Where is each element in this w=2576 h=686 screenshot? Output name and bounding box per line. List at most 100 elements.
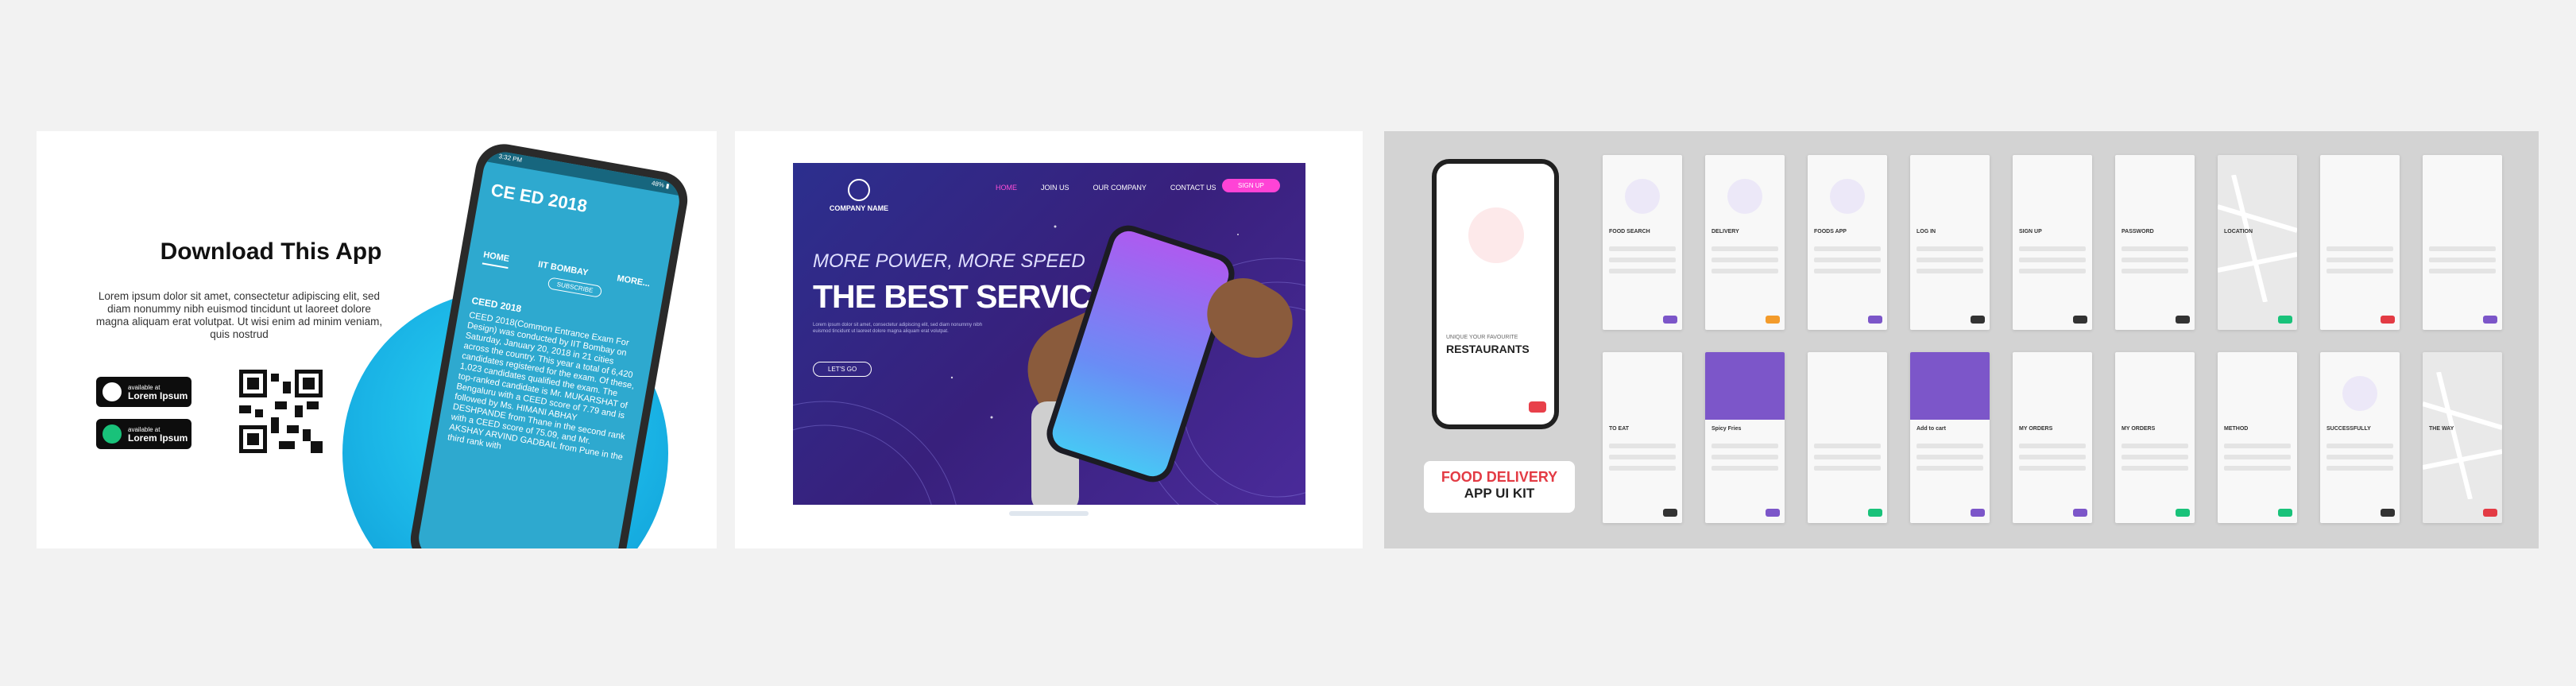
screen-cta-button[interactable] — [1766, 509, 1780, 517]
menu-contact-us[interactable]: CONTACT US — [1170, 184, 1216, 192]
screen-content — [1712, 444, 1778, 477]
screen-grid: FOOD SEARCH DELIVERY FOODS APP LOG IN SIGN U… — [1603, 155, 2502, 523]
screen-cta-button[interactable] — [2073, 316, 2087, 324]
screen-thumbnail[interactable]: TO EAT — [1603, 352, 1682, 523]
headline-big: THE BEST SERVICE — [813, 278, 1113, 315]
screen-cta-button[interactable] — [1663, 316, 1677, 324]
screen-illustration — [1830, 179, 1865, 214]
screen-cta-button[interactable] — [2176, 509, 2190, 517]
splash-title: RESTAURANTS — [1446, 343, 1530, 355]
screen-title: TO EAT — [1609, 426, 1630, 432]
ui-kit-card: UNIQUE YOUR FAVOURITE RESTAURANTS FOOD D… — [1384, 131, 2539, 548]
screen-title: Add to cart — [1917, 426, 1946, 432]
screen-cta-button[interactable] — [1868, 509, 1882, 517]
screen-title: LOG IN — [1917, 229, 1936, 234]
screen-content — [2019, 246, 2086, 280]
screen-title: FOODS APP — [1814, 229, 1847, 234]
store-icon — [102, 382, 122, 401]
screen-cta-button[interactable] — [2483, 509, 2497, 517]
screen-cta-button[interactable] — [1868, 316, 1882, 324]
screen-thumbnail[interactable]: FOOD SEARCH — [1603, 155, 1682, 330]
hero-text: Lorem ipsum dolor sit amet, consectetur … — [813, 323, 983, 334]
screen-thumbnail[interactable]: SUCCESSFULLY — [2320, 352, 2400, 523]
screen-content — [2327, 444, 2393, 477]
lets-go-button[interactable]: LET'S GO — [813, 362, 872, 377]
shop-icon — [1468, 207, 1524, 263]
screen-illustration — [1625, 179, 1660, 214]
screen-thumbnail[interactable]: SIGN UP — [2013, 155, 2092, 330]
menu-our-company[interactable]: OUR COMPANY — [1093, 184, 1147, 192]
kit-label-line2: APP UI KIT — [1464, 486, 1535, 501]
screen-title: THE WAY — [2429, 426, 2454, 432]
screen-title: METHOD — [2224, 426, 2249, 432]
screen-cta-button[interactable] — [2278, 316, 2292, 324]
screen-cta-button[interactable] — [2483, 316, 2497, 324]
map-icon — [2423, 372, 2502, 499]
screen-thumbnail[interactable]: METHOD — [2218, 352, 2297, 523]
screen-cta-button[interactable] — [1971, 316, 1985, 324]
status-battery: 48% ▮ — [651, 179, 671, 190]
screen-cta-button[interactable] — [1766, 316, 1780, 324]
screen-cta-button[interactable] — [1971, 509, 1985, 517]
kit-label-line1: FOOD DELIVERY — [1441, 469, 1558, 485]
screen-banner — [1705, 352, 1785, 420]
card-description: Lorem ipsum dolor sit amet, consectetur … — [95, 290, 383, 340]
screen-thumbnail[interactable]: Add to cart — [1910, 352, 1990, 523]
screen-content — [2429, 246, 2496, 280]
screen-title: PASSWORD — [2122, 229, 2154, 234]
nav-home[interactable]: HOME — [482, 250, 510, 269]
screen-content — [1917, 444, 1983, 477]
headline-small: MORE POWER, MORE SPEED — [813, 250, 1085, 272]
store-button-1[interactable]: available at Lorem Ipsum — [96, 377, 191, 407]
map-icon — [2218, 175, 2297, 302]
screen-thumbnail[interactable] — [1808, 352, 1887, 523]
download-app-card: Download This App Lorem ipsum dolor sit … — [37, 131, 717, 548]
screen-thumbnail[interactable]: THE WAY — [2423, 352, 2502, 523]
qr-code-icon — [239, 370, 323, 453]
store-big: Lorem Ipsum — [128, 432, 188, 444]
screen-title: FOOD SEARCH — [1609, 229, 1650, 234]
logo-icon — [848, 179, 870, 201]
carousel-indicator[interactable] — [1009, 511, 1089, 516]
screen-thumbnail[interactable]: FOODS APP — [1808, 155, 1887, 330]
screen-cta-button[interactable] — [2278, 509, 2292, 517]
screen-thumbnail[interactable] — [2320, 155, 2400, 330]
screen-cta-button[interactable] — [2381, 316, 2395, 324]
screen-title: DELIVERY — [1712, 229, 1739, 234]
screen-title: MY ORDERS — [2122, 426, 2156, 432]
screen-thumbnail[interactable] — [2423, 155, 2502, 330]
screen-thumbnail[interactable]: Spicy Fries — [1705, 352, 1785, 523]
screen-thumbnail[interactable]: MY ORDERS — [2013, 352, 2092, 523]
screen-thumbnail[interactable]: LOCATION — [2218, 155, 2297, 330]
store-icon — [102, 424, 122, 444]
screen-thumbnail[interactable]: DELIVERY — [1705, 155, 1785, 330]
screen-banner — [1910, 352, 1990, 420]
store-button-2[interactable]: available at Lorem Ipsum — [96, 419, 191, 449]
screen-thumbnail[interactable]: LOG IN — [1910, 155, 1990, 330]
next-button[interactable] — [1529, 401, 1546, 413]
menu-join-us[interactable]: JOIN US — [1041, 184, 1069, 192]
screen-cta-button[interactable] — [2176, 316, 2190, 324]
screen-thumbnail[interactable]: MY ORDERS — [2115, 352, 2195, 523]
screen-cta-button[interactable] — [1663, 509, 1677, 517]
screen-content — [1814, 246, 1881, 280]
screen-cta-button[interactable] — [2073, 509, 2087, 517]
kit-label: FOOD DELIVERY APP UI KIT — [1424, 461, 1575, 513]
signup-button[interactable]: SIGN UP — [1222, 179, 1280, 192]
menu-home[interactable]: HOME — [996, 184, 1017, 192]
screen-thumbnail[interactable]: PASSWORD — [2115, 155, 2195, 330]
screen-content — [1814, 444, 1881, 477]
company-logo[interactable]: COMPANY NAME — [823, 179, 895, 212]
screen-title: SIGN UP — [2019, 229, 2042, 234]
hero-banner: COMPANY NAME HOME JOIN US OUR COMPANY CO… — [793, 163, 1305, 505]
store-big: Lorem Ipsum — [128, 390, 188, 401]
screen-content — [2122, 444, 2188, 477]
screen-content — [2224, 444, 2291, 477]
landing-page-card: COMPANY NAME HOME JOIN US OUR COMPANY CO… — [735, 131, 1363, 548]
screen-title: MY ORDERS — [2019, 426, 2053, 432]
screen-cta-button[interactable] — [2381, 509, 2395, 517]
app-brand: CE ED 2018 — [489, 180, 589, 216]
screen-content — [1712, 246, 1778, 280]
screen-content — [2327, 246, 2393, 280]
nav-more[interactable]: MORE... — [615, 273, 652, 293]
